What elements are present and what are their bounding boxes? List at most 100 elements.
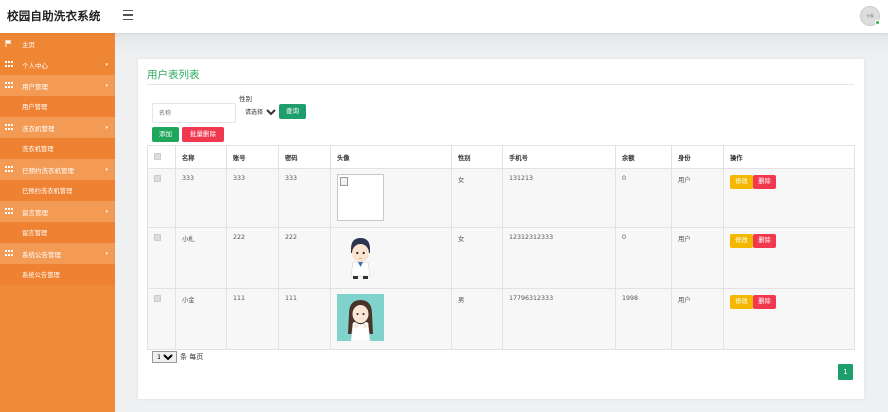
sidebar-subitem-message-management[interactable]: 留言管理 — [0, 222, 115, 243]
edit-button[interactable]: 修改 — [730, 175, 753, 189]
delete-button[interactable]: 删除 — [753, 234, 776, 248]
sidebar-item-label: 已预约洗衣机管理 — [22, 166, 74, 175]
sidebar-subitem-user-management[interactable]: 用户管理 — [0, 96, 115, 117]
per-page-control: 10 条 每页 — [152, 351, 203, 363]
batch-delete-button[interactable]: 批量删除 — [182, 127, 224, 142]
main-top-strip — [115, 33, 888, 53]
cell-name: 小札 — [175, 227, 227, 289]
gender-select[interactable]: 请选择 — [241, 105, 279, 119]
row-checkbox[interactable] — [154, 175, 161, 182]
sidebar: 主页 个人中心 ▾ 用户管理 ▾ 用户管理 洗衣机管理 ▾ 洗衣机管理 已预约洗… — [0, 33, 115, 412]
boy-avatar-image — [337, 233, 384, 280]
column-header: 密码 — [278, 145, 331, 169]
sidebar-item-label: 个人中心 — [22, 61, 48, 70]
table-row: 小金 111 111 男 17796312333 1998 用户 修改 删除 — [147, 288, 855, 350]
search-button[interactable]: 查询 — [279, 104, 306, 119]
cell-phone: 12312312333 — [502, 227, 616, 289]
sidebar-item-washer-management[interactable]: 洗衣机管理 ▾ — [0, 117, 115, 138]
cell-role: 用户 — [671, 227, 724, 289]
chevron-down-icon: ▾ — [105, 209, 108, 215]
cell-password: 222 — [278, 227, 331, 289]
select-all-cell — [147, 145, 176, 169]
page-button-current[interactable]: 1 — [838, 364, 853, 380]
name-search-input[interactable] — [152, 103, 236, 123]
sidebar-item-label: 主页 — [22, 40, 35, 49]
column-header: 头像 — [330, 145, 452, 169]
sidebar-item-notice-management[interactable]: 系统公告管理 ▾ — [0, 243, 115, 264]
column-header: 名称 — [175, 145, 227, 169]
cell-password: 333 — [278, 168, 331, 228]
cell-name: 小金 — [175, 288, 227, 350]
cell-name: 333 — [175, 168, 227, 228]
edit-button[interactable]: 修改 — [730, 295, 753, 309]
cell-actions: 修改 删除 — [723, 288, 855, 350]
girl-avatar-image — [337, 294, 384, 342]
delete-button[interactable]: 删除 — [753, 295, 776, 309]
sidebar-item-personal-center[interactable]: 个人中心 ▾ — [0, 54, 115, 75]
grid-icon — [5, 166, 13, 173]
chevron-down-icon: ▾ — [105, 83, 108, 89]
grid-icon — [5, 61, 13, 68]
select-all-checkbox[interactable] — [154, 152, 161, 160]
column-header: 账号 — [226, 145, 279, 169]
sidebar-item-label: 留言管理 — [22, 208, 48, 217]
cell-balance: 0 — [615, 168, 672, 228]
chevron-down-icon: ▾ — [105, 167, 108, 173]
table-row: 小札 222 222 女 12312312333 0 用户 修改 删除 — [147, 227, 855, 289]
cell-actions: 修改 删除 — [723, 168, 855, 228]
cell-account: 333 — [226, 168, 279, 228]
flag-icon — [5, 40, 12, 47]
sidebar-subitem-notice-management[interactable]: 系统公告管理 — [0, 264, 115, 285]
cell-role: 用户 — [671, 288, 724, 350]
chevron-down-icon: ▾ — [105, 125, 108, 131]
per-page-suffix: 条 每页 — [180, 353, 204, 361]
top-header: 校园自助洗衣系统 头像 — [0, 0, 888, 33]
broken-image-icon — [337, 174, 384, 221]
sidebar-item-label: 用户管理 — [22, 82, 48, 91]
user-list-card: 用户表列表 性别 请选择 查询 添加 批量删除 名称 账号 密码 头像 性别 手… — [138, 59, 864, 399]
cell-gender: 女 — [451, 227, 503, 289]
row-select-cell — [147, 288, 176, 350]
menu-toggle-icon[interactable] — [123, 10, 133, 20]
table-row: 333 333 333 女 131213 0 用户 修改 删除 — [147, 168, 855, 228]
row-select-cell — [147, 227, 176, 289]
cell-account: 111 — [226, 288, 279, 350]
grid-icon — [5, 250, 13, 257]
app-title: 校园自助洗衣系统 — [7, 9, 101, 23]
sidebar-item-message-management[interactable]: 留言管理 ▾ — [0, 201, 115, 222]
grid-icon — [5, 124, 13, 131]
cell-balance: 1998 — [615, 288, 672, 350]
user-table: 名称 账号 密码 头像 性别 手机号 余额 身份 操作 333 333 333 … — [147, 145, 855, 350]
grid-icon — [5, 208, 13, 215]
user-avatar[interactable]: 头像 — [860, 6, 880, 26]
cell-actions: 修改 删除 — [723, 227, 855, 289]
cell-role: 用户 — [671, 168, 724, 228]
row-select-cell — [147, 168, 176, 228]
sidebar-item-reserved-washer-management[interactable]: 已预约洗衣机管理 ▾ — [0, 159, 115, 180]
online-status-dot — [875, 20, 880, 25]
column-header: 余额 — [615, 145, 672, 169]
table-header-row: 名称 账号 密码 头像 性别 手机号 余额 身份 操作 — [147, 145, 855, 169]
cell-avatar — [330, 288, 452, 350]
edit-button[interactable]: 修改 — [730, 234, 753, 248]
column-header: 性别 — [451, 145, 503, 169]
cell-gender: 女 — [451, 168, 503, 228]
sidebar-item-home[interactable]: 主页 — [0, 33, 115, 54]
row-checkbox[interactable] — [154, 234, 161, 241]
cell-password: 111 — [278, 288, 331, 350]
sidebar-subitem-washer-management[interactable]: 洗衣机管理 — [0, 138, 115, 159]
sidebar-item-label: 系统公告管理 — [22, 250, 61, 259]
sidebar-subitem-reserved-washer-management[interactable]: 已预约洗衣机管理 — [0, 180, 115, 201]
chevron-down-icon: ▾ — [105, 62, 108, 68]
add-button[interactable]: 添加 — [152, 127, 179, 142]
cell-phone: 17796312333 — [502, 288, 616, 350]
row-checkbox[interactable] — [154, 295, 161, 302]
cell-account: 222 — [226, 227, 279, 289]
grid-icon — [5, 82, 13, 89]
delete-button[interactable]: 删除 — [753, 175, 776, 189]
sidebar-item-user-management[interactable]: 用户管理 ▾ — [0, 75, 115, 96]
per-page-select[interactable]: 10 — [152, 351, 177, 363]
column-header: 操作 — [723, 145, 855, 169]
avatar-text: 头像 — [866, 14, 874, 18]
column-header: 手机号 — [502, 145, 616, 169]
